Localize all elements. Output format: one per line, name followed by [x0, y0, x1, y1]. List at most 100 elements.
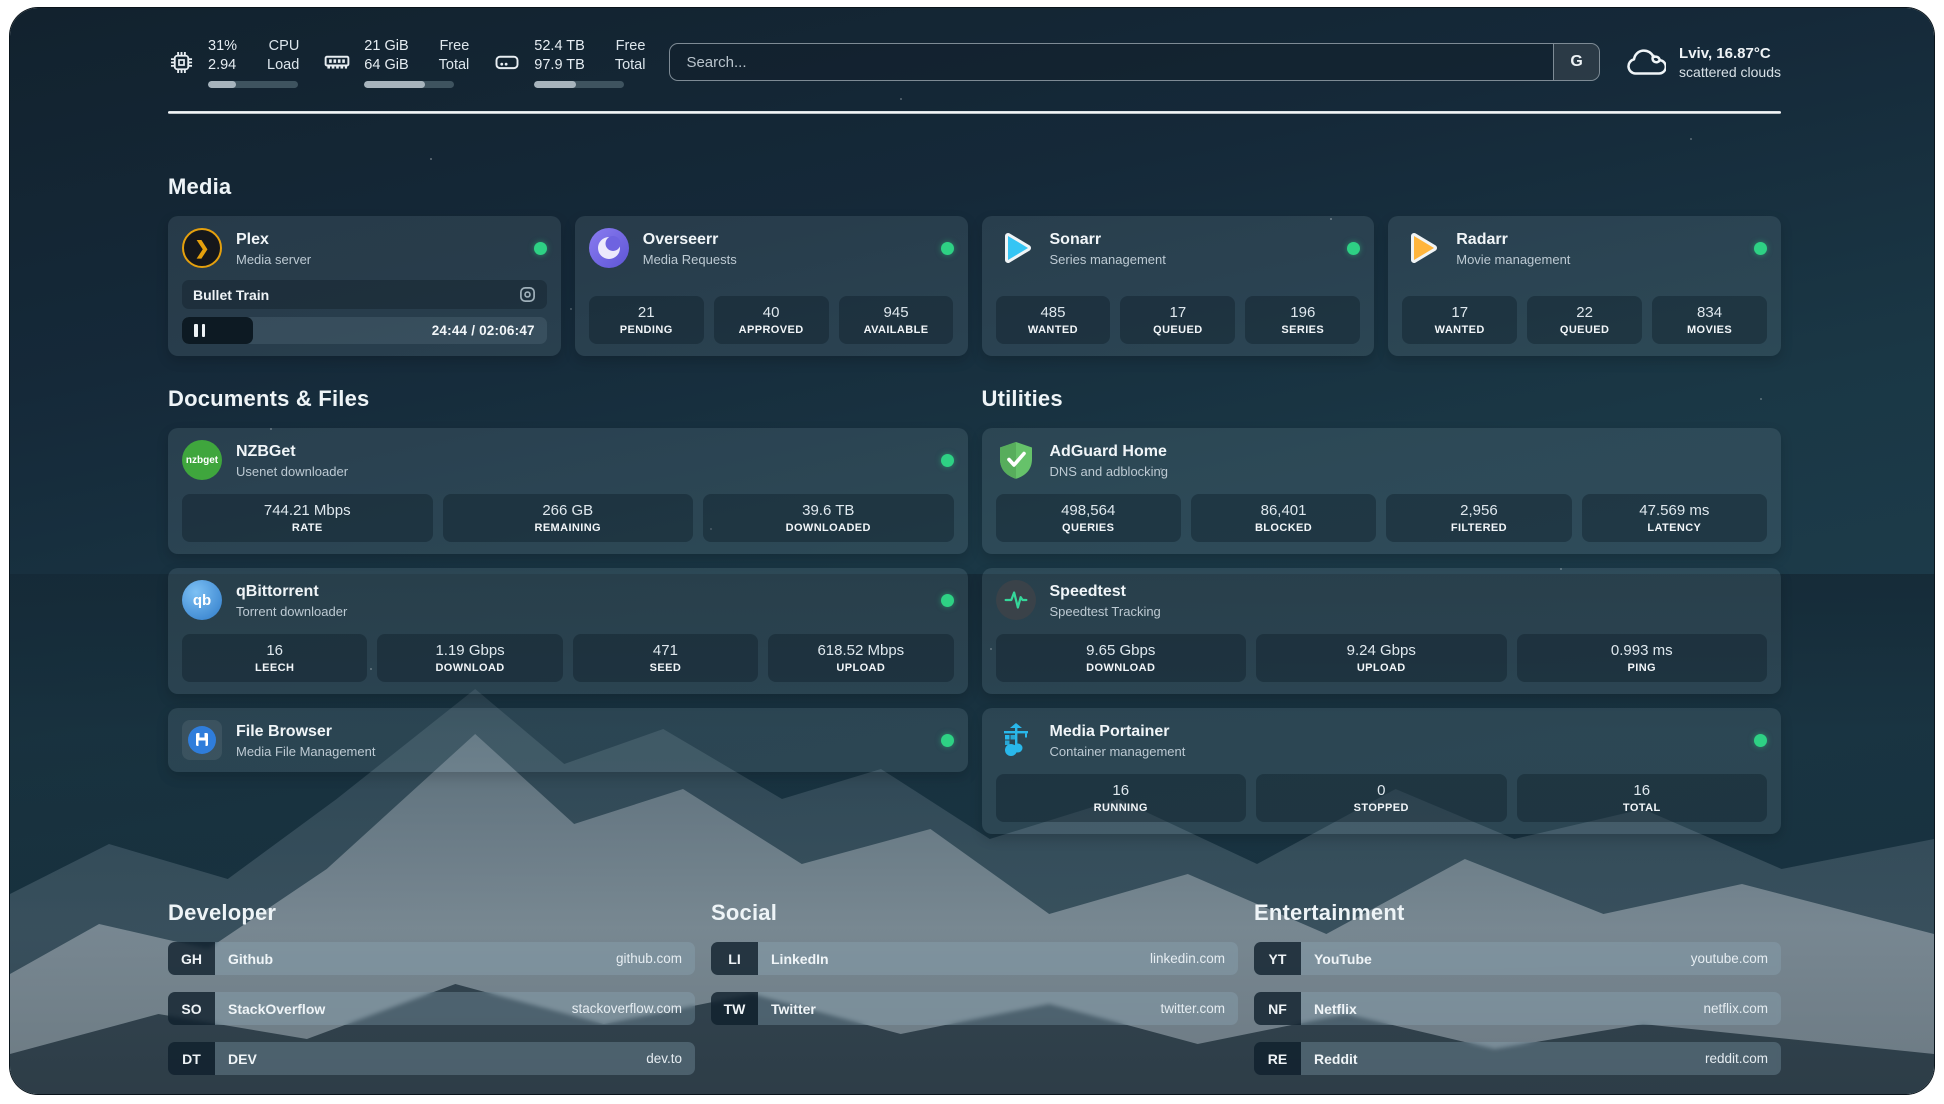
status-dot: [941, 594, 954, 607]
playback-progress-bar: 24:44 / 02:06:47: [182, 317, 547, 344]
stat-box: 47.569 ms LATENCY: [1582, 494, 1767, 542]
stat-box: 17 QUEUED: [1120, 296, 1235, 344]
link-row-netflix[interactable]: NF Netflix netflix.com: [1254, 992, 1781, 1025]
memory-total-label: Total: [439, 56, 470, 75]
weather-condition: scattered clouds: [1679, 64, 1781, 80]
playback-progress-fill: [182, 317, 253, 344]
stat-value: 16: [188, 641, 361, 660]
link-url: netflix.com: [1703, 1001, 1768, 1016]
memory-free-label: Free: [439, 37, 470, 56]
disk-progress-track: [534, 81, 624, 88]
stat-value: 9.24 Gbps: [1262, 641, 1501, 660]
link-abbr: LI: [711, 942, 758, 975]
memory-progress-fill: [364, 81, 424, 88]
stat-box: 498,564 QUERIES: [996, 494, 1181, 542]
now-playing-title: Bullet Train: [193, 287, 269, 303]
documents-column: Documents & Files nzbget NZBGet Usenet d…: [168, 386, 968, 834]
playback-time: 24:44 / 02:06:47: [432, 323, 535, 338]
app-card-sonarr[interactable]: Sonarr Series management 485 WANTED 17 Q…: [982, 216, 1375, 356]
app-card-radarr[interactable]: Radarr Movie management 17 WANTED 22 QUE…: [1388, 216, 1781, 356]
stat-box: 22 QUEUED: [1527, 296, 1642, 344]
stat-value: 47.569 ms: [1588, 501, 1761, 520]
app-description: Torrent downloader: [236, 604, 347, 619]
link-url: github.com: [616, 951, 682, 966]
link-row-stackoverflow[interactable]: SO StackOverflow stackoverflow.com: [168, 992, 695, 1025]
search-engine-button[interactable]: G: [1553, 44, 1599, 80]
stat-value: 17: [1126, 303, 1229, 322]
link-row-dev[interactable]: DT DEV dev.to: [168, 1042, 695, 1075]
stat-box: 2,956 FILTERED: [1386, 494, 1571, 542]
app-card-nzbget[interactable]: nzbget NZBGet Usenet downloader 744.21 M…: [168, 428, 968, 554]
stat-box: 16 RUNNING: [996, 774, 1247, 822]
app-card-plex[interactable]: ❯ Plex Media server Bullet Train: [168, 216, 561, 356]
link-name: LinkedIn: [771, 951, 829, 967]
app-card-qbittorrent[interactable]: qb qBittorrent Torrent downloader 16 LEE…: [168, 568, 968, 694]
link-url: twitter.com: [1160, 1001, 1225, 1016]
stat-label: LEECH: [188, 662, 361, 674]
search-input[interactable]: [670, 44, 1553, 80]
stat-label: REMAINING: [449, 522, 688, 534]
disk-free-label: Free: [615, 37, 646, 56]
stat-label: DOWNLOAD: [383, 662, 556, 674]
memory-progress-track: [364, 81, 454, 88]
weather-widget: Lviv, 16.87°C scattered clouds: [1624, 45, 1781, 80]
memory-stat: 21 GiB Free 64 GiB Total: [323, 37, 469, 88]
stat-label: SERIES: [1251, 324, 1354, 336]
stat-value: 39.6 TB: [709, 501, 948, 520]
media-grid: ❯ Plex Media server Bullet Train: [168, 216, 1781, 356]
link-url: stackoverflow.com: [572, 1001, 682, 1016]
app-title: NZBGet: [236, 442, 348, 462]
cpu-icon: [168, 49, 195, 76]
overseerr-icon: [589, 228, 629, 268]
stat-label: WANTED: [1408, 324, 1511, 336]
app-title: Overseerr: [643, 230, 737, 250]
link-row-linkedin[interactable]: LI LinkedIn linkedin.com: [711, 942, 1238, 975]
weather-location-temp: Lviv, 16.87°C: [1679, 45, 1781, 62]
header-divider: [168, 111, 1781, 114]
stat-value: 618.52 Mbps: [774, 641, 947, 660]
link-name: Netflix: [1314, 1001, 1357, 1017]
radarr-icon: [1402, 228, 1442, 268]
disk-icon: [493, 48, 521, 76]
stat-box: 16 LEECH: [182, 634, 367, 682]
developer-links-column: Developer GH Github github.com SO StackO…: [168, 900, 695, 1075]
stat-box: 39.6 TB DOWNLOADED: [703, 494, 954, 542]
stat-label: FILTERED: [1392, 522, 1565, 534]
app-card-adguard[interactable]: AdGuard Home DNS and adblocking 498,564 …: [982, 428, 1782, 554]
qbittorrent-icon: qb: [182, 580, 222, 620]
app-card-speedtest[interactable]: Speedtest Speedtest Tracking 9.65 Gbps D…: [982, 568, 1782, 694]
app-description: Media server: [236, 252, 311, 267]
cpu-load-value: 2.94: [208, 56, 237, 75]
stat-value: 2,956: [1392, 501, 1565, 520]
stat-box: 618.52 Mbps UPLOAD: [768, 634, 953, 682]
app-title: qBittorrent: [236, 582, 347, 602]
stat-box: 16 TOTAL: [1517, 774, 1768, 822]
link-name: Twitter: [771, 1001, 816, 1017]
stat-box: 9.65 Gbps DOWNLOAD: [996, 634, 1247, 682]
stat-value: 22: [1533, 303, 1636, 322]
stat-label: LATENCY: [1588, 522, 1761, 534]
status-dot: [941, 454, 954, 467]
section-title-entertainment: Entertainment: [1254, 900, 1781, 926]
stat-label: QUEUED: [1533, 324, 1636, 336]
app-title: Radarr: [1456, 230, 1570, 250]
link-name: Github: [228, 951, 273, 967]
pause-button[interactable]: [194, 324, 205, 337]
app-card-filebrowser[interactable]: File Browser Media File Management: [168, 708, 968, 772]
stat-label: TOTAL: [1523, 802, 1762, 814]
section-title-documents: Documents & Files: [168, 386, 968, 412]
link-row-reddit[interactable]: RE Reddit reddit.com: [1254, 1042, 1781, 1075]
app-card-overseerr[interactable]: Overseerr Media Requests 21 PENDING 40 A…: [575, 216, 968, 356]
app-description: Movie management: [1456, 252, 1570, 267]
app-card-portainer[interactable]: Media Portainer Container management 16 …: [982, 708, 1782, 834]
link-row-youtube[interactable]: YT YouTube youtube.com: [1254, 942, 1781, 975]
disk-total-value: 97.9 TB: [534, 56, 585, 75]
stat-value: 21: [595, 303, 698, 322]
cpu-load-label: Load: [267, 56, 299, 75]
app-description: Usenet downloader: [236, 464, 348, 479]
stat-label: PENDING: [595, 324, 698, 336]
link-url: youtube.com: [1691, 951, 1768, 966]
link-row-twitter[interactable]: TW Twitter twitter.com: [711, 992, 1238, 1025]
app-title: Sonarr: [1050, 230, 1166, 250]
link-row-github[interactable]: GH Github github.com: [168, 942, 695, 975]
